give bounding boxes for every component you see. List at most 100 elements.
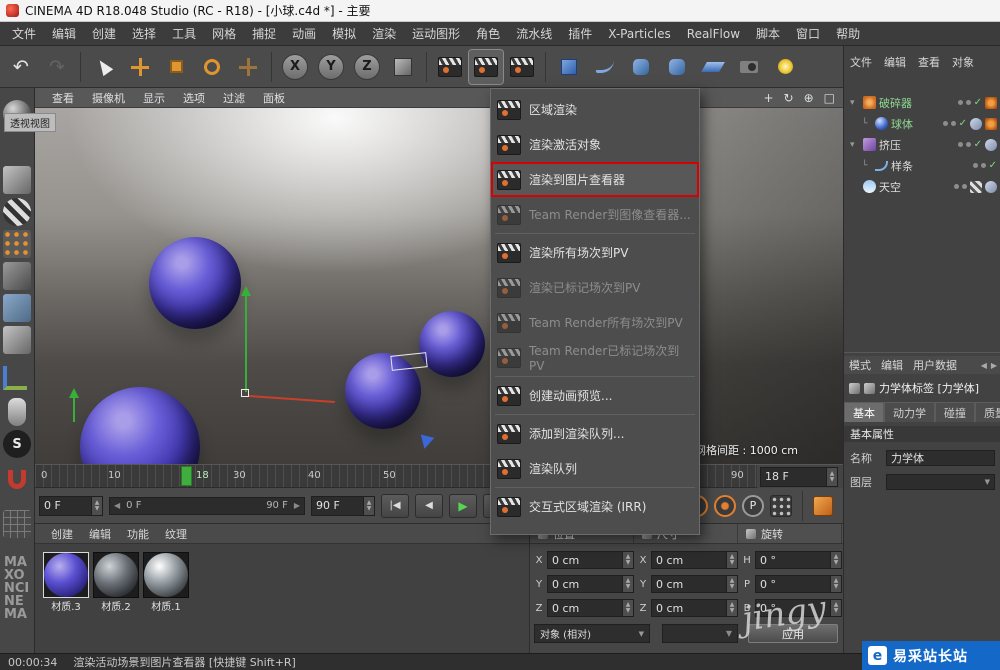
position-x-field[interactable]: 0 cm ▲ ▼ [547, 551, 634, 569]
redo-button[interactable]: ↷ [40, 50, 74, 84]
object-name[interactable]: 天空 [879, 179, 901, 195]
spinner[interactable]: ▲ ▼ [831, 551, 842, 569]
camera-button[interactable] [732, 50, 766, 84]
play-button[interactable]: ▶ [449, 493, 477, 518]
material-thumbnail[interactable] [143, 552, 189, 598]
model-mode-icon[interactable] [3, 166, 31, 194]
object-name[interactable]: 挤压 [879, 137, 901, 153]
dynamics-tag-icon[interactable] [985, 96, 997, 109]
material-item[interactable]: 材质.3 [43, 552, 89, 613]
enabled-check-icon[interactable]: ✓ [974, 139, 982, 150]
scale-tool-button[interactable] [159, 50, 193, 84]
field-value[interactable]: 0 cm [547, 599, 623, 617]
y-axis-handle[interactable] [245, 296, 247, 392]
subdivision-surface-button[interactable] [624, 50, 658, 84]
start-frame-field[interactable]: 0 F ▲ ▼ [39, 495, 103, 516]
menu-item-region-render[interactable]: 区域渲染 [491, 92, 699, 127]
menu-render[interactable]: 渲染 [364, 25, 404, 42]
material-name[interactable]: 材质.3 [43, 598, 89, 613]
menu-item-add-to-render-queue[interactable]: 添加到渲染队列... [491, 416, 699, 451]
maximize-view-icon[interactable]: □ [824, 91, 835, 105]
object-row-fracture[interactable]: ▾ 破碎器 ✓ [844, 92, 1000, 113]
viewport-menu-filter[interactable]: 过滤 [214, 90, 254, 106]
rotation-p-field[interactable]: 0 ° ▲ ▼ [755, 575, 842, 593]
magnet-icon[interactable] [8, 470, 26, 489]
sphere-object[interactable] [80, 387, 200, 464]
object-name[interactable]: 球体 [891, 116, 913, 132]
keying-options-icon[interactable] [770, 494, 792, 517]
menu-plugins[interactable]: 插件 [560, 25, 600, 42]
menu-item-team-render-all-takes-pv[interactable]: Team Render所有场次到PV [491, 305, 699, 340]
menu-xparticles[interactable]: X-Particles [600, 27, 679, 41]
object-name[interactable]: 破碎器 [879, 95, 912, 111]
material-thumbnail[interactable] [93, 552, 139, 598]
sphere-object[interactable] [149, 237, 241, 329]
frame-spinner[interactable]: ▲ ▼ [827, 466, 838, 487]
phong-tag-icon[interactable] [985, 180, 997, 193]
enabled-check-icon[interactable]: ✓ [989, 160, 997, 171]
menu-realflow[interactable]: RealFlow [679, 27, 748, 41]
rotation-h-field[interactable]: 0 ° ▲ ▼ [755, 551, 842, 569]
menu-mograph[interactable]: 运动图形 [404, 25, 468, 42]
spin-down-icon[interactable]: ▼ [626, 560, 631, 566]
field-value[interactable]: 0 cm [547, 575, 623, 593]
spinner[interactable]: ▲ ▼ [623, 599, 634, 617]
render-visibility-dot[interactable] [965, 142, 971, 147]
attr-menu-userdata[interactable]: 用户数据 [908, 357, 962, 373]
phong-tag-icon[interactable] [970, 117, 982, 130]
viewport-menu-display[interactable]: 显示 [134, 90, 174, 106]
spinner[interactable]: ▲ ▼ [831, 599, 842, 617]
tab-dynamics[interactable]: 动力学 [884, 402, 935, 422]
enabled-check-icon[interactable]: ✓ [974, 97, 982, 108]
workplane-grid-icon[interactable] [3, 510, 31, 538]
menu-item-make-preview[interactable]: 创建动画预览... [491, 378, 699, 413]
coordinate-system-button[interactable] [386, 50, 420, 84]
last-tool-button[interactable] [231, 50, 265, 84]
add-cube-button[interactable] [552, 50, 586, 84]
sphere-object[interactable] [419, 311, 485, 377]
object-row-sky[interactable]: 天空 [844, 176, 1000, 197]
editor-visibility-dot[interactable] [972, 163, 978, 168]
mat-menu-create[interactable]: 创建 [43, 526, 81, 542]
pan-view-icon[interactable]: + [763, 91, 773, 105]
spin-down-icon[interactable]: ▼ [95, 505, 100, 512]
menu-create[interactable]: 创建 [84, 25, 124, 42]
object-row-extrude[interactable]: ▾ 挤压 ✓ [844, 134, 1000, 155]
spin-down-icon[interactable]: ▼ [730, 560, 735, 566]
viewport-menu-view[interactable]: 查看 [43, 90, 83, 106]
attr-menu-mode[interactable]: 模式 [844, 357, 876, 373]
layer-dropdown[interactable]: ▼ [886, 474, 995, 490]
go-to-start-button[interactable]: |◀ [381, 493, 409, 518]
x-axis-handle[interactable] [248, 395, 335, 403]
texture-mode-icon[interactable] [3, 198, 31, 226]
history-back-icon[interactable]: ◀ [981, 361, 987, 370]
size-y-field[interactable]: 0 cm ▲ ▼ [651, 575, 738, 593]
spin-down-icon[interactable]: ▼ [730, 584, 735, 590]
tab-basic[interactable]: 基本 [844, 402, 884, 422]
om-menu-file[interactable]: 文件 [844, 54, 878, 70]
lock-x-axis-button[interactable]: X [278, 50, 312, 84]
object-name[interactable]: 样条 [891, 158, 913, 174]
viewport-menu-options[interactable]: 选项 [174, 90, 214, 106]
dynamics-tag-icon[interactable] [985, 117, 997, 130]
object-row-spline[interactable]: └ 样条 ✓ [844, 155, 1000, 176]
menu-select[interactable]: 选择 [124, 25, 164, 42]
view-name-label[interactable]: 透视视图 [4, 113, 56, 132]
spinner[interactable]: ▲ ▼ [831, 575, 842, 593]
editor-visibility-dot[interactable] [957, 142, 963, 147]
position-key-button[interactable]: P [742, 494, 764, 517]
expand-icon[interactable]: ▾ [850, 98, 860, 108]
menu-animate[interactable]: 动画 [284, 25, 324, 42]
end-frame-field[interactable]: 90 F ▲ ▼ [311, 495, 375, 516]
render-to-picture-viewer-button[interactable] [468, 48, 504, 85]
phong-tag-icon[interactable] [985, 138, 997, 151]
render-visibility-dot[interactable] [965, 100, 971, 105]
expand-icon[interactable]: ▾ [850, 140, 860, 150]
axis-mode-icon[interactable] [3, 366, 27, 390]
enabled-check-icon[interactable]: ✓ [959, 118, 967, 129]
spin-down-icon[interactable]: ▼ [626, 608, 631, 614]
size-z-field[interactable]: 0 cm ▲ ▼ [651, 599, 738, 617]
start-frame-value[interactable]: 0 F [39, 495, 92, 516]
edges-mode-icon[interactable] [3, 262, 31, 290]
menu-item-team-render-to-picture-viewer[interactable]: Team Render到图像查看器... [491, 197, 699, 232]
